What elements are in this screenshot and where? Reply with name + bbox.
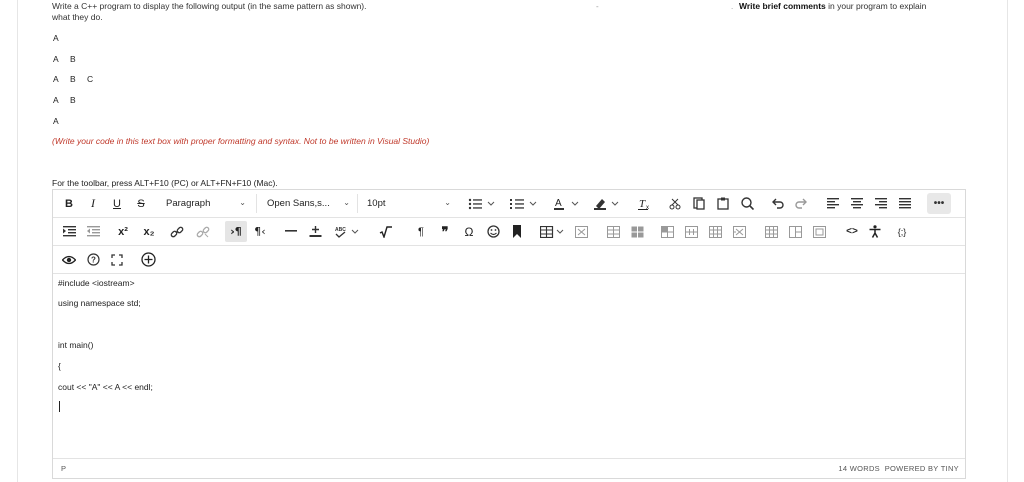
- redo-icon[interactable]: [793, 193, 809, 214]
- help-icon[interactable]: ?: [85, 249, 101, 270]
- subscript-button[interactable]: x₂: [139, 221, 159, 242]
- code-sample-button[interactable]: {;}: [891, 221, 913, 242]
- fullscreen-icon[interactable]: [109, 249, 125, 270]
- table-delete-col-icon[interactable]: [731, 221, 747, 242]
- table-delete-row-icon[interactable]: [659, 221, 675, 242]
- text-color-icon[interactable]: A: [553, 193, 583, 214]
- instruction-note: (Write your code in this text box with p…: [52, 136, 430, 146]
- add-content-icon[interactable]: [139, 249, 157, 270]
- toolbar-row-2: x² x₂ ›¶ ¶‹ ABC ¶ ❞ Ω <> {;}: [53, 218, 965, 246]
- numbered-list-icon[interactable]: [509, 193, 539, 214]
- pattern-row-5: A: [53, 116, 59, 126]
- element-path[interactable]: P: [61, 464, 66, 473]
- code-line: #include <iostream>: [58, 278, 135, 288]
- paragraph-select[interactable]: Paragraph ⌄: [166, 194, 248, 213]
- table-row-before-icon[interactable]: [605, 221, 621, 242]
- table-col-before-icon[interactable]: [683, 221, 699, 242]
- svg-text:?: ?: [91, 256, 96, 265]
- italic-button[interactable]: I: [85, 193, 101, 214]
- align-left-icon[interactable]: [825, 193, 841, 214]
- brief-comments-label: Write brief comments: [739, 1, 826, 11]
- rich-text-editor: B I U S Paragraph ⌄ Open Sans,s... ⌄ 10pt ⌄…: [52, 189, 966, 479]
- align-center-icon[interactable]: [849, 193, 865, 214]
- text-cursor: [59, 401, 60, 412]
- ltr-direction-button[interactable]: ›¶: [225, 221, 247, 242]
- clear-formatting-icon[interactable]: Tx: [637, 193, 653, 214]
- chevron-down-icon: ⌄: [239, 198, 246, 207]
- chevron-down-icon: ⌄: [343, 198, 350, 207]
- insert-icon[interactable]: [307, 221, 323, 242]
- strikethrough-button[interactable]: S: [133, 193, 149, 214]
- stray-mark: -: [596, 2, 599, 11]
- pattern-row-4: AB: [53, 95, 76, 105]
- status-bar: P 14 WORDS POWERED BY TINY: [53, 458, 965, 479]
- undo-icon[interactable]: [769, 193, 785, 214]
- code-line: int main(): [58, 340, 94, 350]
- toolbar-row-1: B I U S Paragraph ⌄ Open Sans,s... ⌄ 10pt ⌄…: [53, 190, 965, 218]
- code-line: cout << "A" << A << endl;: [58, 382, 153, 392]
- paste-icon[interactable]: [715, 193, 731, 214]
- cut-icon[interactable]: [667, 193, 683, 214]
- highlight-color-icon[interactable]: [593, 193, 623, 214]
- table-cell-props-icon[interactable]: [763, 221, 779, 242]
- font-family-select[interactable]: Open Sans,s... ⌄: [267, 194, 352, 213]
- special-character-button[interactable]: Ω: [461, 221, 477, 242]
- preview-eye-icon[interactable]: [61, 249, 77, 270]
- font-size-select[interactable]: 10pt ⌄: [367, 194, 453, 213]
- underline-button[interactable]: U: [109, 193, 125, 214]
- more-options-button[interactable]: •••: [927, 193, 951, 214]
- search-icon[interactable]: [739, 193, 755, 214]
- svg-text:T: T: [639, 198, 646, 210]
- code-line: using namespace std;: [58, 298, 141, 308]
- table-merge-icon[interactable]: [787, 221, 803, 242]
- outdent-icon[interactable]: [85, 221, 101, 242]
- align-right-icon[interactable]: [873, 193, 889, 214]
- table-col-after-icon[interactable]: [707, 221, 723, 242]
- powered-by-link[interactable]: POWERED BY TINY: [885, 464, 959, 473]
- indent-icon[interactable]: [61, 221, 77, 242]
- toolbar-hint: For the toolbar, press ALT+F10 (PC) or A…: [52, 178, 278, 188]
- divider: [256, 194, 257, 213]
- question-right-text: Write brief comments in your program to …: [739, 1, 926, 11]
- link-icon[interactable]: [169, 221, 185, 242]
- accessibility-icon[interactable]: [867, 221, 883, 242]
- stray-mark: .: [731, 2, 734, 11]
- divider: [357, 194, 358, 213]
- pattern-row-2: AB: [53, 54, 76, 64]
- brief-comments-rest: in your program to explain: [825, 1, 927, 11]
- superscript-button[interactable]: x²: [113, 221, 133, 242]
- word-count-and-branding: 14 WORDS POWERED BY TINY: [838, 464, 959, 473]
- bold-button[interactable]: B: [61, 193, 77, 214]
- code-line: {: [58, 361, 61, 371]
- question-line-1: Write a C++ program to display the follo…: [52, 1, 367, 11]
- math-icon[interactable]: [377, 221, 395, 242]
- svg-text:A: A: [555, 198, 562, 209]
- table-row-after-icon[interactable]: [629, 221, 645, 242]
- table-delete-icon[interactable]: [573, 221, 589, 242]
- word-count[interactable]: 14 WORDS: [838, 464, 880, 473]
- code-view-button[interactable]: <>: [843, 221, 861, 242]
- pilcrow-rtl-icon: ¶‹: [254, 225, 266, 238]
- pattern-row-3: ABC: [53, 74, 94, 84]
- paragraph-mark-button[interactable]: ¶: [413, 221, 429, 242]
- table-icon[interactable]: [539, 221, 567, 242]
- copy-icon[interactable]: [691, 193, 707, 214]
- bullet-list-icon[interactable]: [467, 193, 497, 214]
- horizontal-line-icon[interactable]: [283, 221, 299, 242]
- pattern-row-1: A: [53, 33, 59, 43]
- chevron-down-icon: ⌄: [444, 198, 451, 207]
- rtl-direction-button[interactable]: ¶‹: [251, 221, 269, 242]
- blockquote-button[interactable]: ❞: [437, 221, 453, 242]
- table-split-icon[interactable]: [811, 221, 827, 242]
- unlink-icon[interactable]: [195, 221, 211, 242]
- align-justify-icon[interactable]: [897, 193, 913, 214]
- toolbar-row-3: ?: [53, 246, 965, 274]
- emoji-icon[interactable]: [485, 221, 501, 242]
- bookmark-icon[interactable]: [509, 221, 525, 242]
- spellcheck-icon[interactable]: ABC: [333, 221, 363, 242]
- question-line-2: what they do.: [52, 12, 103, 22]
- pilcrow-ltr-icon: ›¶: [230, 225, 242, 238]
